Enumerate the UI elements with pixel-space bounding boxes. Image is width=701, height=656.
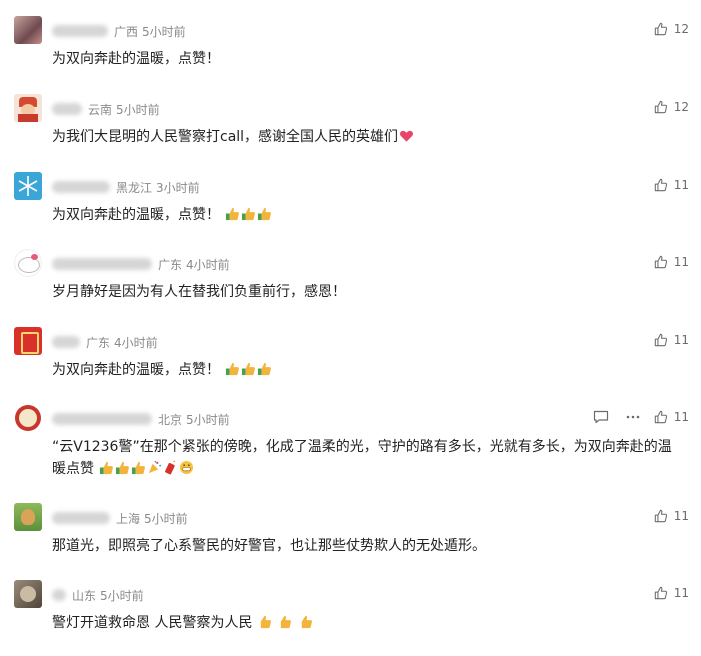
comment-meta: 广西 5小时前 [52, 22, 190, 40]
thumbs-up-emoji-icon [226, 362, 240, 376]
avatar[interactable] [14, 16, 42, 44]
location-label: 上海 [116, 511, 141, 526]
snowflake-icon [18, 176, 38, 196]
like-button[interactable]: 11 [654, 509, 689, 523]
comment-meta: 黑龙江 3小时前 [52, 178, 204, 196]
location-label: 北京 [158, 412, 183, 427]
comment-text: “云V1236警”在那个紧张的傍晚，化成了温柔的光，守护的路有多长，光就有多长，… [52, 439, 672, 477]
location-label: 广东 [86, 335, 111, 350]
thumbs-up-emoji-icon [260, 615, 271, 629]
thumbs-up-icon [654, 178, 667, 192]
more-dots-icon[interactable] [625, 410, 641, 424]
thumbs-up-emoji-icon [281, 615, 292, 629]
avatar[interactable] [14, 503, 42, 531]
like-button[interactable]: 11 [654, 255, 689, 269]
comment-meta: 云南 5小时前 [52, 100, 164, 118]
timestamp: 5小时前 [116, 102, 160, 117]
location-label: 云南 [88, 102, 113, 117]
comment-text: 为双向奔赴的温暖，点赞！ [52, 204, 682, 226]
location-label: 黑龙江 [116, 180, 153, 195]
thumbs-up-emoji-icon [132, 461, 146, 475]
comment-text: 为双向奔赴的温暖，点赞！ [52, 359, 682, 381]
username-blurred[interactable] [52, 181, 110, 193]
thumbs-up-icon [654, 22, 667, 36]
location-label: 广东 [158, 257, 183, 272]
comment-text: 岁月静好是因为有人在替我们负重前行，感恩！ [52, 284, 346, 300]
like-button[interactable]: 12 [654, 22, 689, 36]
thumbs-up-emoji-icon [242, 207, 256, 221]
timestamp: 4小时前 [114, 335, 158, 350]
like-count: 12 [673, 22, 689, 36]
thumbs-up-emoji-icon [100, 461, 114, 475]
like-button[interactable]: 12 [654, 100, 689, 114]
thumbs-up-emoji-icon [301, 615, 312, 629]
username-blurred[interactable] [52, 413, 152, 425]
avatar[interactable] [14, 172, 42, 200]
thumbs-up-icon [654, 100, 667, 114]
timestamp: 5小时前 [100, 588, 144, 603]
comment-text: 那道光，即照亮了心系警民的好警官，也让那些仗势欺人的无处遁形。 [52, 538, 486, 554]
firecracker-emoji-icon [165, 460, 176, 475]
thumbs-up-emoji-icon [226, 207, 240, 221]
location-label: 山东 [72, 588, 97, 603]
like-button[interactable]: 11 [654, 178, 689, 192]
like-button[interactable]: 11 [654, 586, 689, 600]
thumbs-up-icon [654, 586, 667, 600]
comment-actions [577, 410, 641, 424]
thumbs-up-emoji-icon [242, 362, 256, 376]
comment-list: 广西 5小时前 为双向奔赴的温暖，点赞！ 12 云南 5小时前 为我们大昆明的人… [0, 0, 701, 656]
heart-emoji-icon [400, 130, 414, 142]
thumbs-up-icon [654, 509, 667, 523]
thumbs-up-emoji-icon [116, 461, 130, 475]
thumbs-up-icon [654, 255, 667, 269]
timestamp: 5小时前 [144, 511, 188, 526]
timestamp: 5小时前 [186, 412, 230, 427]
like-count: 11 [673, 410, 689, 424]
username-blurred[interactable] [52, 258, 152, 270]
username-blurred[interactable] [52, 589, 66, 601]
comment-icon[interactable] [593, 410, 609, 424]
comment-text: 为双向奔赴的温暖，点赞！ [52, 51, 220, 67]
comment-meta: 山东 5小时前 [52, 586, 148, 604]
thumbs-up-emoji-icon [258, 207, 272, 221]
username-blurred[interactable] [52, 512, 110, 524]
party-popper-emoji-icon [149, 460, 162, 474]
thumbs-up-emoji-icon [258, 362, 272, 376]
like-count: 11 [673, 178, 689, 192]
timestamp: 5小时前 [142, 24, 186, 39]
like-count: 12 [673, 100, 689, 114]
username-blurred[interactable] [52, 25, 108, 37]
comment-text: 为我们大昆明的人民警察打call，感谢全国人民的英雄们 [52, 126, 682, 148]
avatar[interactable] [14, 249, 42, 277]
like-count: 11 [673, 255, 689, 269]
like-count: 11 [673, 586, 689, 600]
username-blurred[interactable] [52, 336, 80, 348]
username-blurred[interactable] [52, 103, 82, 115]
comment-meta: 北京 5小时前 [52, 410, 234, 428]
timestamp: 3小时前 [156, 180, 200, 195]
grinning-emoji-icon [180, 460, 194, 475]
thumbs-up-icon [654, 333, 667, 347]
thumbs-up-icon [654, 410, 667, 424]
comment-meta: 广东 4小时前 [52, 255, 234, 273]
comment-text: 警灯开道救命恩 人民警察为人民 [52, 612, 682, 634]
avatar[interactable] [14, 94, 42, 122]
like-button[interactable]: 11 [654, 410, 689, 424]
timestamp: 4小时前 [186, 257, 230, 272]
avatar[interactable] [14, 327, 42, 355]
like-count: 11 [673, 333, 689, 347]
location-label: 广西 [114, 24, 139, 39]
like-button[interactable]: 11 [654, 333, 689, 347]
avatar[interactable] [14, 404, 42, 432]
comment-meta: 广东 4小时前 [52, 333, 162, 351]
comment-meta: 上海 5小时前 [52, 509, 192, 527]
like-count: 11 [673, 509, 689, 523]
avatar[interactable] [14, 580, 42, 608]
